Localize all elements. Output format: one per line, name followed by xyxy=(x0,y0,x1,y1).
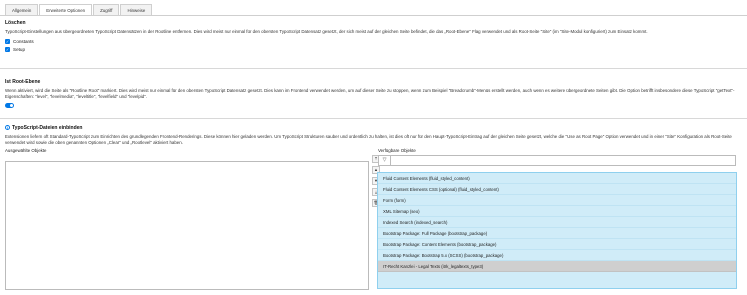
list-item[interactable]: XML Sitemap (seo) xyxy=(378,206,736,217)
rootlevel-description: Wenn aktiviert, wird die Seite als "Root… xyxy=(5,88,735,99)
available-objects-list[interactable]: Fluid Content Elements (fluid_styled_con… xyxy=(377,172,737,289)
constants-checkbox-row[interactable]: ✓ Constants xyxy=(5,38,742,44)
clear-title: Löschen xyxy=(5,20,26,26)
list-item[interactable]: Fluid Content Elements CSS (optional) (f… xyxy=(378,184,736,195)
list-item[interactable]: Indexed Search (indexed_search) xyxy=(378,217,736,228)
tab-panel-border xyxy=(0,15,747,16)
selected-objects-list[interactable] xyxy=(5,161,369,290)
clear-description: TypoScript-Einstellungen aus übergeordne… xyxy=(5,29,648,34)
filter-icon: ▽ xyxy=(379,156,391,165)
list-item[interactable]: Bootstrap Package: Bootstrap 5.x (SCSS) … xyxy=(378,250,736,261)
list-item[interactable]: Form (form) xyxy=(378,195,736,206)
tab-general[interactable]: Allgemein xyxy=(5,4,39,15)
list-item[interactable]: Bootstrap Package: Full Package (bootstr… xyxy=(378,228,736,239)
divider xyxy=(0,68,747,69)
rootlevel-section: Ist Root-Ebene Wenn aktiviert, wird die … xyxy=(5,79,742,108)
setup-checkbox-row[interactable]: ✓ Setup xyxy=(5,46,742,52)
available-objects-label: Verfügbare Objekte xyxy=(378,148,416,153)
rootlevel-title: Ist Root-Ebene xyxy=(5,79,41,85)
include-title-row: i TypoScript-Dateien einbinden xyxy=(5,125,742,131)
info-icon[interactable]: i xyxy=(5,125,10,131)
include-description: Extensionen liefern oft Standard-TypoScr… xyxy=(5,134,732,145)
constants-label: Constants xyxy=(13,38,34,44)
include-section: i TypoScript-Dateien einbinden Extensione… xyxy=(5,125,742,146)
tab-notes[interactable]: Hinweise xyxy=(120,4,153,15)
clear-section: Löschen TypoScript-Einstellungen aus übe… xyxy=(5,20,742,52)
list-item[interactable]: Bootstrap Package: Content Elements (boo… xyxy=(378,239,736,250)
setup-label: Setup xyxy=(13,46,26,52)
checkbox-constants[interactable]: ✓ xyxy=(5,38,10,44)
rootlevel-toggle[interactable] xyxy=(5,103,14,108)
filter-input[interactable]: ▽ xyxy=(378,155,736,166)
tab-access[interactable]: Zugriff xyxy=(93,4,120,15)
list-item-selected[interactable]: IT-Recht Kanzlei - Legal Texts (itrk_leg… xyxy=(378,261,736,272)
selected-objects-label: Ausgewählte Objekte xyxy=(5,148,47,153)
divider xyxy=(0,118,747,119)
checkbox-setup[interactable]: ✓ xyxy=(5,46,10,52)
include-title: TypoScript-Dateien einbinden xyxy=(12,125,83,131)
list-item[interactable]: Fluid Content Elements (fluid_styled_con… xyxy=(378,173,736,184)
